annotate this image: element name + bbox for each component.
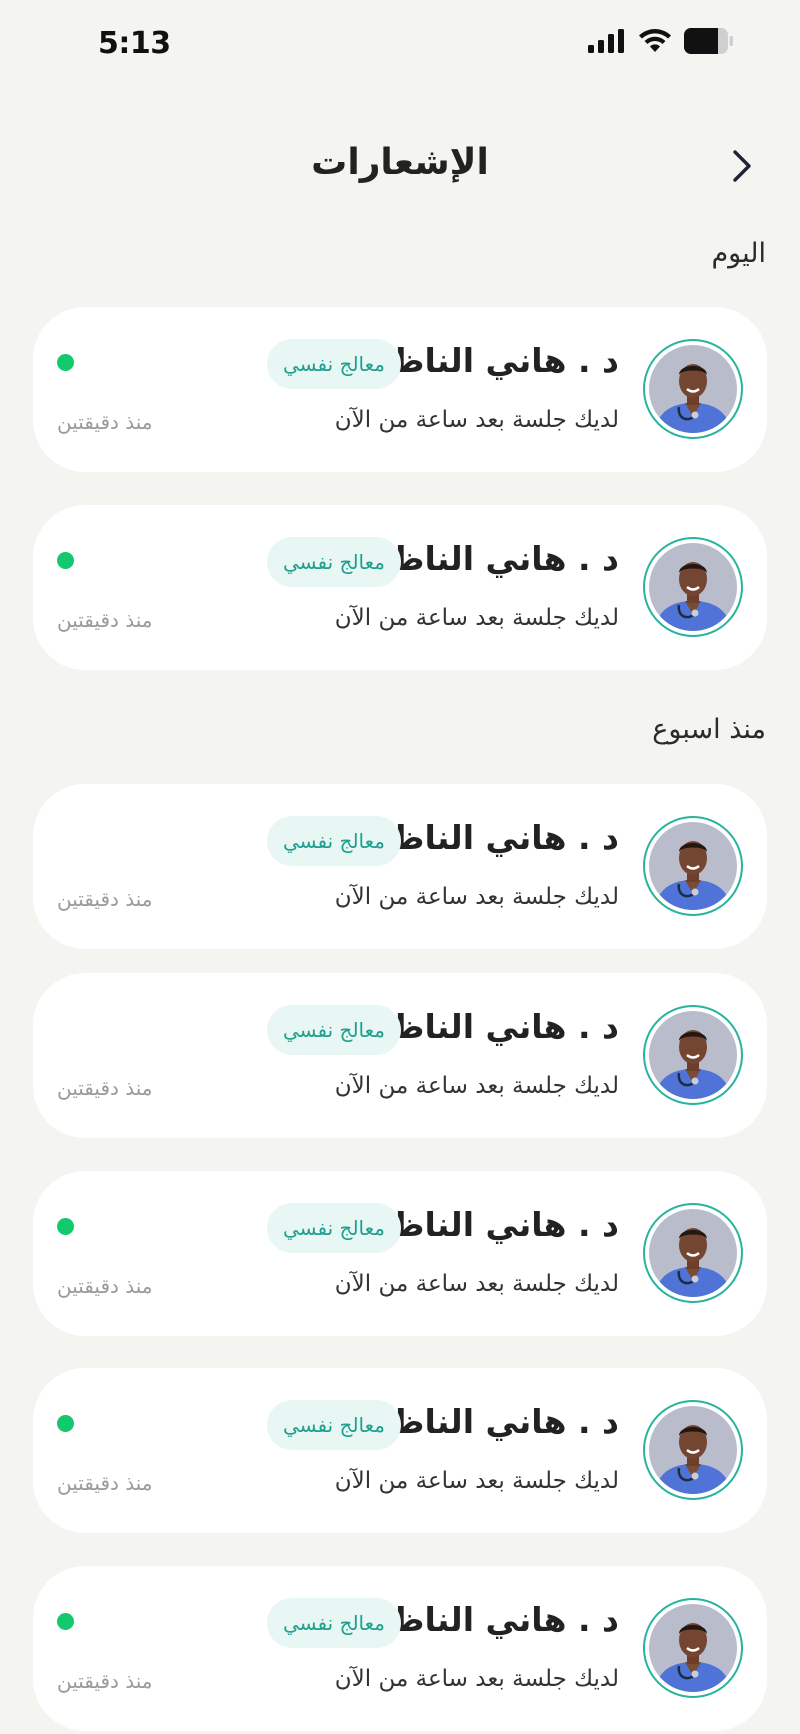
role-badge: معالج نفسي xyxy=(266,537,401,587)
signal-icon xyxy=(588,29,624,53)
unread-dot xyxy=(57,1613,74,1630)
unread-dot xyxy=(57,1218,74,1235)
avatar xyxy=(643,1203,743,1303)
doctor-avatar-image xyxy=(649,543,737,631)
role-badge: معالج نفسي xyxy=(266,1005,401,1055)
role-badge: معالج نفسي xyxy=(266,339,401,389)
section-title-today: اليوم xyxy=(711,238,766,269)
time-ago: منذ دقيقتين xyxy=(57,1669,153,1693)
doctor-avatar-image xyxy=(649,1604,737,1692)
notification-card[interactable]: د . هاني الناظر معالج نفسي لديك جلسة بعد… xyxy=(33,784,767,949)
doctor-name: د . هاني الناظر xyxy=(372,818,619,857)
notification-message: لديك جلسة بعد ساعة من الآن xyxy=(334,407,619,433)
role-badge: معالج نفسي xyxy=(266,1203,401,1253)
doctor-avatar-image xyxy=(649,345,737,433)
unread-dot xyxy=(57,1415,74,1432)
role-badge: معالج نفسي xyxy=(266,1400,401,1450)
chevron-right-icon xyxy=(733,150,751,182)
doctor-avatar-image xyxy=(649,822,737,910)
avatar xyxy=(643,1400,743,1500)
avatar xyxy=(643,816,743,916)
time-ago: منذ دقيقتين xyxy=(57,1274,153,1298)
unread-dot xyxy=(57,354,74,371)
notification-message: لديك جلسة بعد ساعة من الآن xyxy=(334,1468,619,1494)
doctor-name: د . هاني الناظر xyxy=(372,341,619,380)
notification-message: لديك جلسة بعد ساعة من الآن xyxy=(334,1073,619,1099)
time-ago: منذ دقيقتين xyxy=(57,608,153,632)
back-button[interactable] xyxy=(724,148,760,184)
wifi-icon xyxy=(639,29,671,52)
header: الإشعارات xyxy=(0,130,800,200)
avatar xyxy=(643,1005,743,1105)
doctor-avatar-image xyxy=(649,1209,737,1297)
notifications-screen: 5:13 الإشعارات اليوم د . هاني الناظر معا… xyxy=(0,0,800,1734)
section-title-week: منذ اسبوع xyxy=(652,714,766,745)
role-badge: معالج نفسي xyxy=(266,816,401,866)
avatar xyxy=(643,1598,743,1698)
doctor-name: د . هاني الناظر xyxy=(372,1007,619,1046)
unread-dot xyxy=(57,552,74,569)
role-badge: معالج نفسي xyxy=(266,1598,401,1648)
status-bar: 5:13 xyxy=(0,0,800,90)
avatar xyxy=(643,537,743,637)
status-time: 5:13 xyxy=(98,26,171,61)
page-title: الإشعارات xyxy=(311,142,489,183)
notification-card[interactable]: د . هاني الناظر معالج نفسي لديك جلسة بعد… xyxy=(33,505,767,670)
notification-message: لديك جلسة بعد ساعة من الآن xyxy=(334,884,619,910)
time-ago: منذ دقيقتين xyxy=(57,1471,153,1495)
notification-card[interactable]: د . هاني الناظر معالج نفسي لديك جلسة بعد… xyxy=(33,1368,767,1533)
status-icons xyxy=(588,28,734,54)
notification-message: لديك جلسة بعد ساعة من الآن xyxy=(334,1666,619,1692)
notification-message: لديك جلسة بعد ساعة من الآن xyxy=(334,1271,619,1297)
battery-icon xyxy=(684,28,733,54)
notification-message: لديك جلسة بعد ساعة من الآن xyxy=(334,605,619,631)
notification-card[interactable]: د . هاني الناظر معالج نفسي لديك جلسة بعد… xyxy=(33,1171,767,1336)
notification-card[interactable]: د . هاني الناظر معالج نفسي لديك جلسة بعد… xyxy=(33,307,767,472)
doctor-name: د . هاني الناظر xyxy=(372,1205,619,1244)
doctor-avatar-image xyxy=(649,1011,737,1099)
notification-card[interactable]: د . هاني الناظر معالج نفسي لديك جلسة بعد… xyxy=(33,973,767,1138)
doctor-name: د . هاني الناظر xyxy=(372,539,619,578)
doctor-name: د . هاني الناظر xyxy=(372,1402,619,1441)
avatar xyxy=(643,339,743,439)
time-ago: منذ دقيقتين xyxy=(57,887,153,911)
time-ago: منذ دقيقتين xyxy=(57,410,153,434)
doctor-avatar-image xyxy=(649,1406,737,1494)
notification-card[interactable]: د . هاني الناظر معالج نفسي لديك جلسة بعد… xyxy=(33,1566,767,1731)
time-ago: منذ دقيقتين xyxy=(57,1076,153,1100)
doctor-name: د . هاني الناظر xyxy=(372,1600,619,1639)
